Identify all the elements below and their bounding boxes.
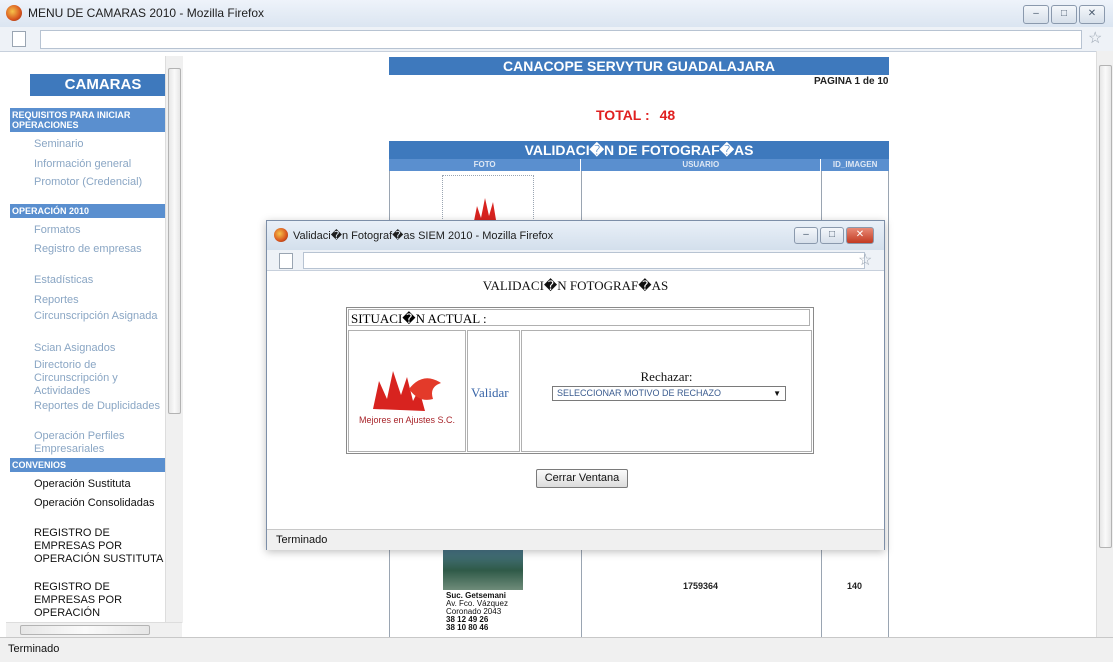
scrollbar-thumb[interactable]: [20, 625, 150, 635]
sidebar-item-perfiles[interactable]: Operación Perfiles Empresariales: [10, 430, 170, 458]
page-icon: [279, 253, 293, 269]
bookmark-star-icon[interactable]: ☆: [858, 250, 872, 270]
popup-status-bar: Terminado: [267, 529, 884, 550]
status-bar: Terminado: [0, 637, 1113, 662]
sidebar-item-scian[interactable]: Scian Asignados: [10, 342, 170, 359]
rechazo-motivo-select[interactable]: SELECCIONAR MOTIVO DE RECHAZO ▼: [552, 386, 786, 401]
column-header-id-imagen: ID_IMAGEN: [832, 160, 878, 169]
rechazar-cell: Rechazar: SELECCIONAR MOTIVO DE RECHAZO …: [521, 330, 812, 452]
bookmark-star-icon[interactable]: ☆: [1088, 28, 1102, 48]
popup-heading: VALIDACI�N FOTOGRAF�AS: [482, 278, 669, 293]
popup-url-bar[interactable]: [303, 252, 865, 269]
id-imagen-cell: 140: [847, 581, 863, 591]
content-scrollbar[interactable]: [1096, 51, 1113, 637]
sidebar-item-directorio[interactable]: Directorio de Circunscripción y Activida…: [10, 359, 170, 400]
table-title: VALIDACI�N DE FOTOGRAF�AS: [389, 141, 889, 159]
page-icon: [12, 31, 26, 47]
sidebar-item-seminario[interactable]: Seminario: [10, 138, 170, 158]
branch-photo[interactable]: [443, 546, 523, 590]
branch-caption: Suc. Getsemani Av. Fco. Vázquez Coronado…: [446, 591, 508, 632]
popup-minimize-button[interactable]: –: [794, 227, 818, 244]
total-count: TOTAL : 48: [596, 107, 675, 123]
maximize-button[interactable]: □: [1051, 5, 1077, 24]
sidebar-item-duplicidades[interactable]: Reportes de Duplicidades: [10, 400, 170, 430]
sidebar-item-estadisticas[interactable]: Estadísticas: [10, 274, 170, 294]
sidebar-section-header: REQUISITOS PARA INICIAR OPERACIONES: [10, 108, 170, 132]
firefox-icon: [274, 228, 288, 242]
sidebar-item-promotor[interactable]: Promotor (Credencial): [10, 176, 170, 204]
situacion-actual-label: SITUACI�N ACTUAL :: [348, 309, 810, 326]
logo-caption: Mejores en Ajustes S.C.: [358, 415, 456, 425]
column-header-foto: FOTO: [389, 159, 582, 171]
cerrar-ventana-button[interactable]: Cerrar Ventana: [536, 469, 628, 488]
photo-cell: Mejores en Ajustes S.C.: [348, 330, 466, 452]
scrollbar-thumb[interactable]: [1099, 65, 1112, 548]
sidebar-frame: CAMARAS REQUISITOS PARA INICIAR OPERACIO…: [6, 56, 174, 630]
sidebar-scrollbar[interactable]: [165, 56, 183, 623]
sidebar-item-registro-operacion[interactable]: REGISTRO DE EMPRESAS POR OPERACIÓN: [10, 581, 170, 621]
url-bar[interactable]: [40, 30, 1082, 49]
status-text: Terminado: [8, 643, 60, 655]
total-label: TOTAL :: [596, 107, 650, 123]
rechazar-label: Rechazar:: [640, 369, 693, 384]
popup-close-button[interactable]: ✕: [846, 227, 874, 244]
column-header-usuario: USUARIO: [581, 159, 822, 171]
usuario-cell: 1759364: [683, 581, 719, 591]
chamber-banner: CANACOPE SERVYTUR GUADALAJARA: [389, 57, 889, 75]
validar-cell: Validar: [467, 330, 520, 452]
sidebar-item-operacion-sustituta[interactable]: Operación Sustituta: [10, 478, 170, 497]
sidebar-section-header: CONVENIOS: [10, 458, 170, 472]
validation-table: VALIDACI�N DE FOTOGRAF�AS FOTO USUARIO I…: [389, 141, 889, 171]
sidebar-item-formatos[interactable]: Formatos: [10, 224, 170, 243]
firefox-icon: [6, 5, 22, 21]
close-button[interactable]: ✕: [1079, 5, 1105, 24]
validation-popup-window: Validaci�n Fotograf�as SIEM 2010 - Mozil…: [266, 220, 885, 550]
page-indicator: PAGINA 1 de 10: [814, 76, 889, 87]
window-title: MENU DE CAMARAS 2010 - Mozilla Firefox: [28, 6, 265, 20]
sidebar-item-registro-sustituta[interactable]: REGISTRO DE EMPRESAS POR OPERACIÓN SUSTI…: [10, 527, 170, 581]
sidebar-section-header: OPERACIÓN 2010: [10, 204, 170, 218]
sidebar-item-informacion-general[interactable]: Información general: [10, 158, 170, 176]
sidebar-item-reportes[interactable]: Reportes: [10, 294, 170, 310]
sidebar-item-operacion-consolidadas[interactable]: Operación Consolidadas: [10, 497, 170, 527]
validar-link[interactable]: Validar: [471, 385, 509, 401]
minimize-button[interactable]: –: [1023, 5, 1049, 24]
sidebar-hscrollbar[interactable]: [6, 622, 182, 637]
sidebar-title: CAMARAS: [30, 74, 174, 96]
chevron-down-icon: ▼: [773, 389, 781, 398]
popup-titlebar: Validaci�n Fotograf�as SIEM 2010 - Mozil…: [267, 221, 884, 250]
navigation-bar: ☆: [0, 27, 1113, 52]
sidebar-item-circunscripcion[interactable]: Circunscripción Asignada: [10, 310, 170, 342]
window-titlebar: MENU DE CAMARAS 2010 - Mozilla Firefox –…: [0, 0, 1113, 28]
sidebar-item-registro-empresas[interactable]: Registro de empresas: [10, 243, 170, 274]
popup-status-text: Terminado: [276, 534, 328, 546]
scrollbar-thumb[interactable]: [168, 68, 181, 414]
total-value: 48: [659, 107, 676, 123]
popup-title: Validaci�n Fotograf�as SIEM 2010 - Mozil…: [293, 230, 554, 242]
mejores-logo-icon: [473, 198, 497, 226]
situacion-table: SITUACI�N ACTUAL : Mejores en Ajustes S.…: [346, 307, 814, 454]
rechazo-select-value: SELECCIONAR MOTIVO DE RECHAZO: [557, 388, 722, 398]
popup-maximize-button[interactable]: □: [820, 227, 844, 244]
popup-navigation-bar: ☆: [267, 250, 884, 271]
mejores-logo-icon: [373, 371, 441, 411]
